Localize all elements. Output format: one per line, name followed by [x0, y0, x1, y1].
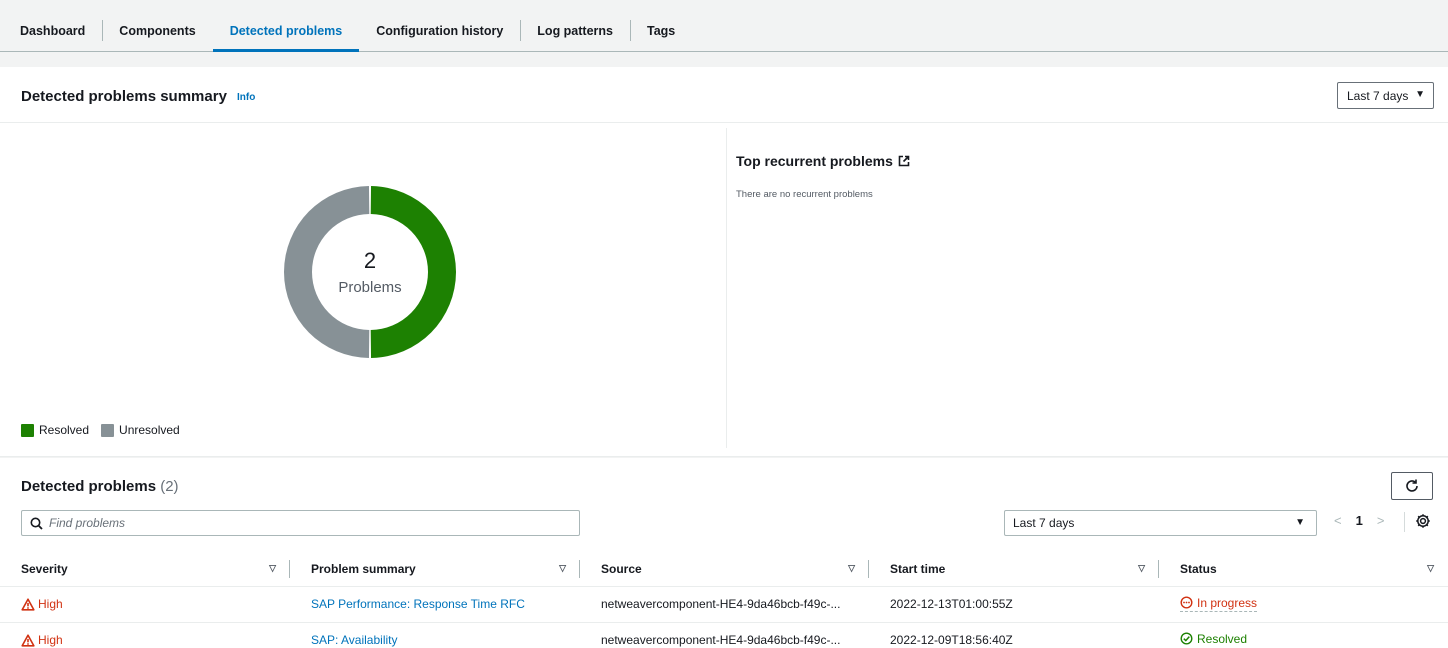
problems-title-text: Detected problems: [21, 478, 157, 495]
problems-table: Severity ▽ Problem summary ▽ Source ▽ Start…: [0, 552, 1448, 648]
refresh-icon: [1406, 479, 1418, 492]
tab-dashboard[interactable]: Dashboard: [10, 10, 102, 51]
in-progress-icon: [1180, 596, 1193, 609]
next-page-icon[interactable]: >: [1377, 513, 1385, 528]
tab-bar: Dashboard Components Detected problems C…: [0, 10, 1448, 52]
tab-configuration-history[interactable]: Configuration history: [359, 10, 520, 51]
tab-components[interactable]: Components: [102, 10, 212, 51]
tab-detected-problems[interactable]: Detected problems: [212, 10, 360, 52]
status-badge[interactable]: In progress: [1180, 596, 1258, 612]
warning-icon: [21, 597, 35, 611]
panel-divider: [726, 128, 727, 448]
info-link[interactable]: Info: [237, 92, 255, 103]
summary-header: Detected problems summary Info Last 7 da…: [0, 67, 1448, 123]
sort-icon[interactable]: ▽: [1138, 563, 1145, 574]
refresh-button[interactable]: [1391, 472, 1433, 500]
sort-icon[interactable]: ▽: [269, 563, 276, 574]
warning-icon: [21, 633, 35, 647]
summary-title: Detected problems summary: [21, 88, 227, 105]
column-header-source[interactable]: Source ▽: [580, 552, 869, 587]
recurrent-empty-text: There are no recurrent problems: [736, 189, 873, 200]
external-link-icon: [898, 155, 910, 167]
pager-divider: [1404, 512, 1405, 532]
column-header-problem-summary[interactable]: Problem summary ▽: [290, 552, 580, 587]
caret-down-icon: ▼: [1415, 89, 1425, 100]
donut-legend: Resolved Unresolved: [21, 423, 186, 437]
start-time-cell: 2022-12-09T18:56:40Z: [890, 633, 1013, 647]
table-row[interactable]: High SAP Performance: Response Time RFC …: [0, 586, 1448, 623]
caret-down-icon: ▼: [1295, 517, 1305, 528]
search-icon: [30, 517, 43, 530]
tab-log-patterns[interactable]: Log patterns: [520, 10, 630, 51]
problems-donut-chart: 2 Problems: [283, 186, 457, 358]
column-header-severity[interactable]: Severity ▽: [0, 552, 290, 587]
tab-tags[interactable]: Tags: [630, 10, 692, 51]
summary-range-value: Last 7 days: [1347, 88, 1409, 103]
check-circle-icon: [1180, 632, 1193, 645]
summary-panel: Detected problems summary Info Last 7 da…: [0, 67, 1448, 457]
legend-label-unresolved: Unresolved: [119, 423, 180, 437]
prev-page-icon[interactable]: <: [1334, 513, 1342, 528]
problems-title: Detected problems (2): [21, 478, 179, 495]
problems-count: (2): [160, 478, 179, 495]
legend-label-resolved: Resolved: [39, 423, 90, 437]
legend-item-unresolved[interactable]: Unresolved: [101, 423, 180, 437]
search-field[interactable]: [21, 510, 580, 536]
table-row[interactable]: High SAP: Availability netweavercomponen…: [0, 622, 1448, 648]
page-number[interactable]: 1: [1356, 513, 1363, 528]
donut-total: 2: [363, 248, 377, 273]
source-cell: netweavercomponent-HE4-9da46bcb-f49c-...: [601, 633, 841, 647]
recurrent-problems-title[interactable]: Top recurrent problems: [736, 153, 910, 169]
sort-icon[interactable]: ▽: [559, 563, 566, 574]
column-header-status[interactable]: Status ▽: [1159, 552, 1448, 587]
severity-cell: High: [21, 597, 290, 611]
donut-label: Problems: [338, 279, 402, 296]
problems-range-select[interactable]: Last 7 days ▼: [1004, 510, 1317, 536]
sort-icon[interactable]: ▽: [848, 563, 855, 574]
legend-item-resolved[interactable]: Resolved: [21, 423, 89, 437]
detected-problems-panel: Detected problems (2) Last 7 days ▼ < 1 …: [0, 458, 1448, 648]
problem-summary-link[interactable]: SAP Performance: Response Time RFC: [311, 597, 525, 611]
problem-summary-link[interactable]: SAP: Availability: [311, 633, 398, 647]
severity-cell: High: [21, 633, 290, 647]
legend-swatch-unresolved: [101, 423, 115, 437]
pagination: < 1 >: [1334, 513, 1384, 528]
sort-icon[interactable]: ▽: [1427, 563, 1434, 574]
problems-range-value: Last 7 days: [1013, 516, 1075, 530]
legend-swatch-resolved: [21, 423, 34, 437]
gear-icon[interactable]: [1414, 512, 1432, 530]
status-badge[interactable]: Resolved: [1180, 632, 1247, 646]
table-header-row: Severity ▽ Problem summary ▽ Source ▽ Start…: [0, 552, 1448, 587]
start-time-cell: 2022-12-13T01:00:55Z: [890, 597, 1013, 611]
search-input[interactable]: [49, 516, 549, 530]
summary-range-select[interactable]: Last 7 days ▼: [1337, 82, 1434, 109]
column-header-start-time[interactable]: Start time ▽: [869, 552, 1159, 587]
recurrent-title-text: Top recurrent problems: [736, 153, 893, 169]
source-cell: netweavercomponent-HE4-9da46bcb-f49c-...: [601, 597, 841, 611]
